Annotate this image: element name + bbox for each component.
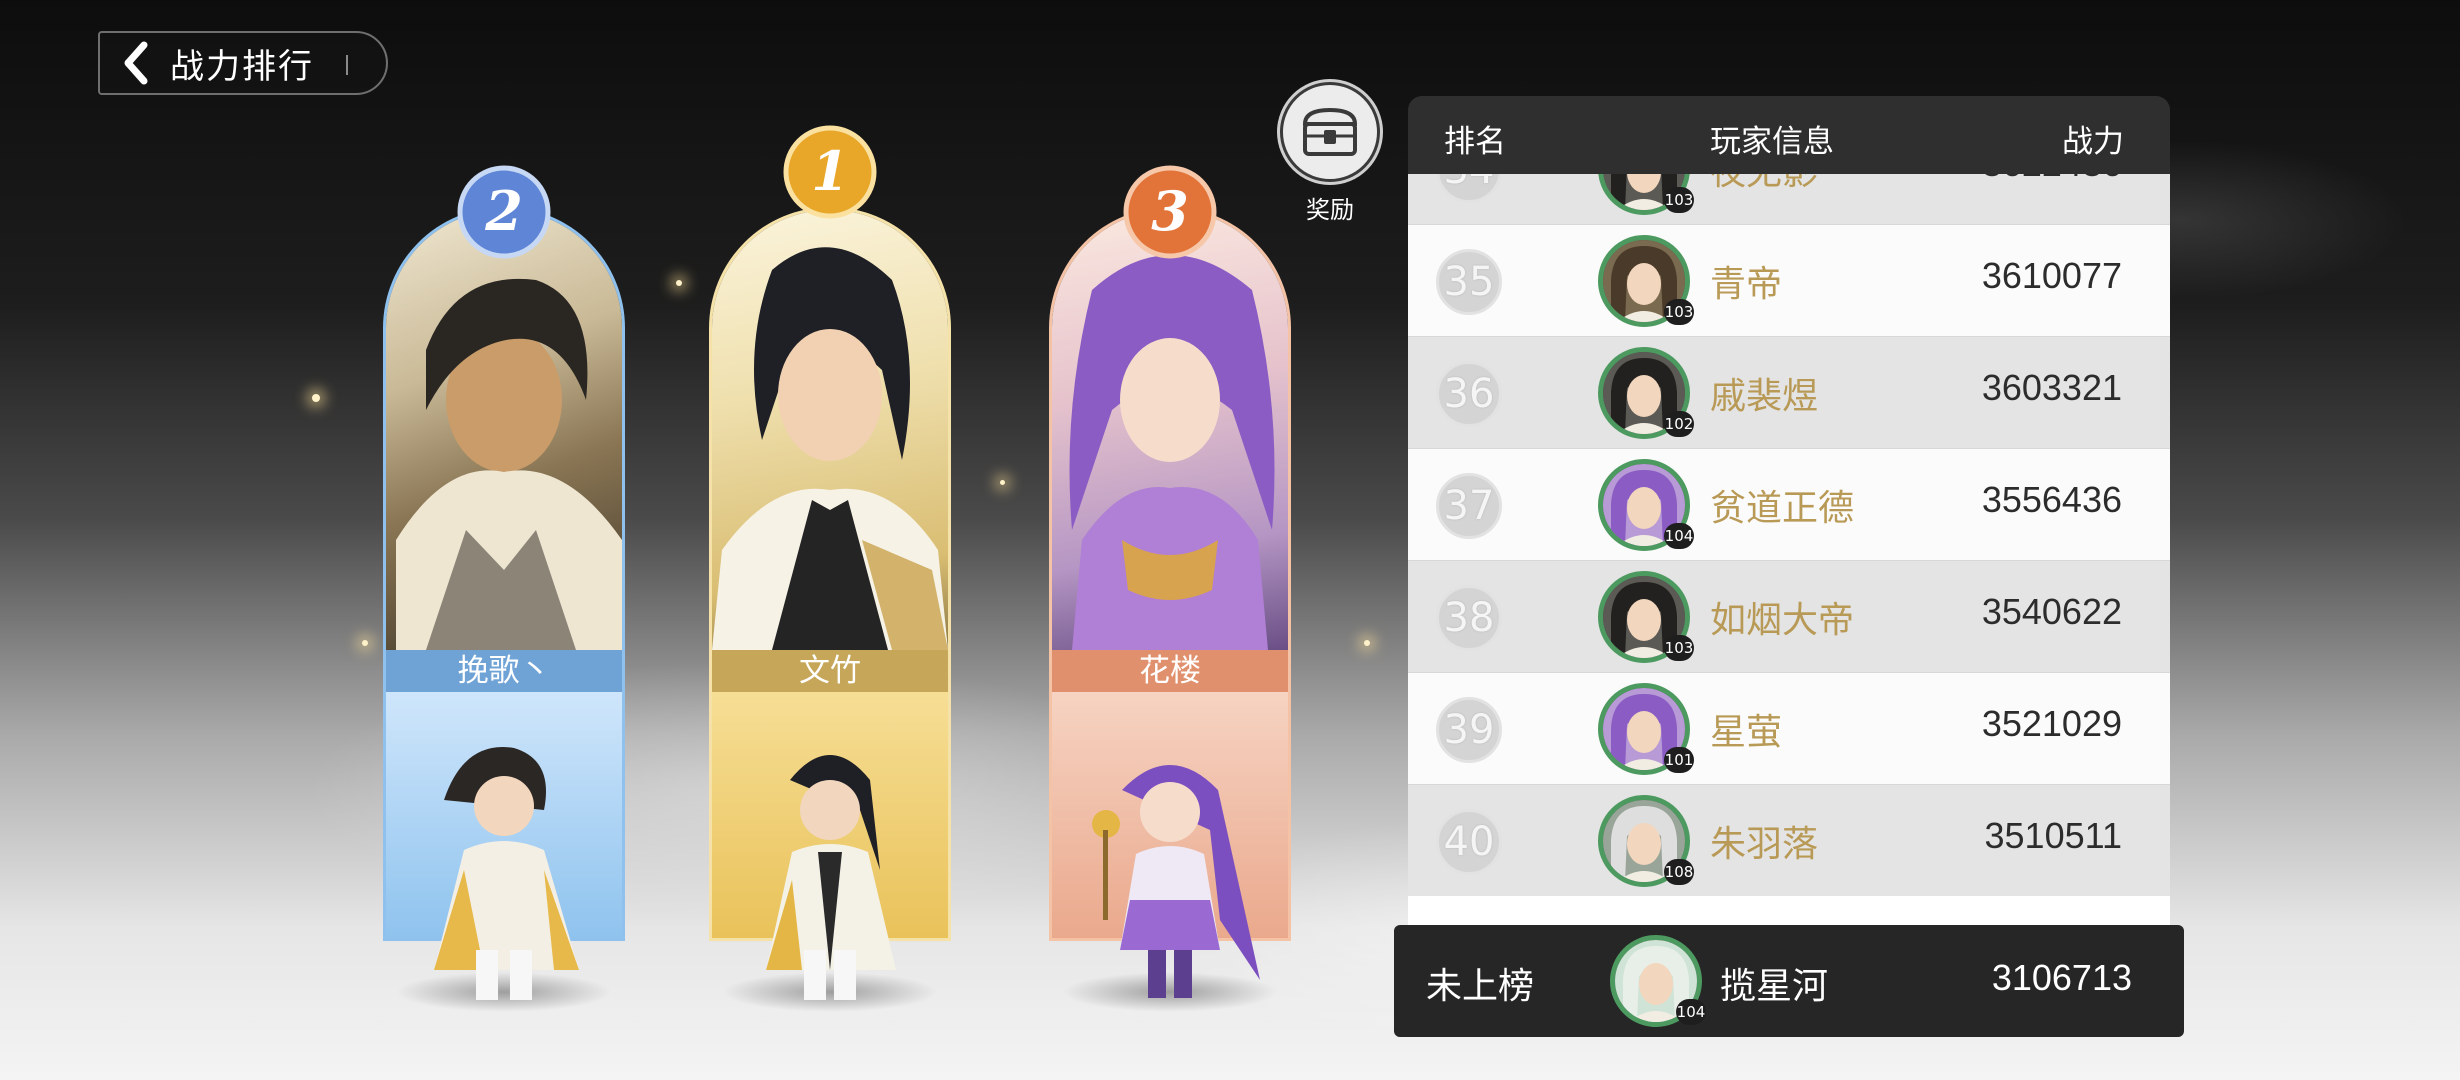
power-value: 3521029: [1981, 703, 2122, 744]
rank-number: 37: [1436, 473, 1502, 539]
rank-badge: 3: [1118, 160, 1222, 264]
rank-badge-number: 2: [484, 179, 523, 243]
rank-number: 34: [1436, 174, 1502, 203]
character-chibi: [404, 720, 604, 1010]
power-value: 3556436: [1981, 479, 2122, 520]
rank-number: 39: [1436, 697, 1502, 763]
table-header: 排名 玩家信息 战力: [1408, 96, 2170, 174]
column-header-player: 玩家信息: [1710, 124, 1834, 160]
rank-number: 38: [1436, 585, 1502, 651]
character-chibi: [730, 720, 930, 1010]
level-badge: 103: [1664, 187, 1694, 213]
table-row[interactable]: 40 108 朱羽落 3510511: [1408, 784, 2170, 896]
player-name: 夜无影: [1710, 174, 1818, 195]
level-badge: 101: [1664, 747, 1694, 773]
column-header-rank: 排名: [1444, 124, 1506, 160]
table-row[interactable]: 36 102 戚裴煜 3603321: [1408, 336, 2170, 448]
player-name: 朱羽落: [1710, 824, 1819, 865]
back-button[interactable]: 战力排行: [98, 31, 388, 95]
character-chibi: [1070, 720, 1270, 1010]
rank-badge-number: 3: [1151, 179, 1189, 243]
rank-number: 36: [1436, 361, 1502, 427]
ranking-list[interactable]: 34 103 夜无影 3622436 35 103 青帝 3610077 36 102 戚裴煜 360…: [1408, 174, 2170, 1014]
sparkle-decoration: [1364, 640, 1370, 646]
sparkle-decoration: [1000, 480, 1005, 485]
table-row[interactable]: 37 104 贫道正德 3556436: [1408, 448, 2170, 560]
table-row[interactable]: 38 103 如烟大帝 3540622: [1408, 560, 2170, 672]
power-value: 3106713: [1991, 957, 2132, 998]
player-name: 星萤: [1710, 712, 1783, 753]
rank-badge: 1: [778, 120, 882, 224]
chevron-left-icon: [100, 33, 170, 93]
player-name: 贫道正德: [1710, 488, 1855, 529]
podium-card-rank-1[interactable]: 文竹 1: [712, 125, 948, 1012]
rank-status: 未上榜: [1426, 966, 1535, 1007]
podium-card-rank-3[interactable]: 花楼 3: [1052, 160, 1288, 1012]
reward-label: 奖励: [1306, 196, 1354, 224]
power-value: 3603321: [1981, 367, 2122, 408]
level-badge: 108: [1664, 859, 1694, 885]
treasure-chest-icon: [1280, 82, 1380, 182]
self-rank-row[interactable]: 未上榜 104 揽星河 3106713: [1394, 925, 2184, 1037]
player-name: 戚裴煜: [1710, 376, 1819, 417]
level-badge: 103: [1664, 635, 1694, 661]
rank-badge-number: 1: [811, 139, 849, 203]
table-row[interactable]: 35 103 青帝 3610077: [1408, 224, 2170, 336]
sparkle-decoration: [312, 394, 320, 402]
level-badge: 104: [1676, 999, 1706, 1025]
ranking-panel: 排名 玩家信息 战力 34 103 夜无影 3622436 35 103 青帝 3610077…: [1408, 96, 2170, 1040]
podium-card-rank-2[interactable]: 挽歌丶 2: [386, 160, 622, 1012]
power-value: 3540622: [1981, 591, 2122, 632]
character-portrait: [1052, 210, 1288, 650]
column-header-power: 战力: [2062, 124, 2124, 160]
table-row[interactable]: 34 103 夜无影 3622436: [1408, 174, 2170, 224]
table-row[interactable]: 39 101 星萤 3521029: [1408, 672, 2170, 784]
power-value: 3610077: [1981, 255, 2122, 296]
power-value: 3510511: [1984, 815, 2122, 856]
sparkle-decoration: [676, 280, 682, 286]
character-portrait: [386, 210, 622, 650]
level-badge: 103: [1664, 299, 1694, 325]
rank-number: 35: [1436, 249, 1502, 315]
page-title: 战力排行: [170, 46, 314, 87]
player-name: 青帝: [1710, 264, 1783, 305]
sparkle-decoration: [362, 640, 368, 646]
level-badge: 102: [1664, 411, 1694, 437]
power-value: 3622436: [1982, 174, 2122, 185]
level-badge: 104: [1664, 523, 1694, 549]
player-name: 揽星河: [1720, 966, 1829, 1007]
rank-badge: 2: [452, 160, 556, 264]
character-portrait: [712, 210, 948, 650]
divider: [346, 55, 348, 75]
rank-number: 40: [1436, 809, 1502, 875]
player-name: 挽歌丶: [386, 650, 622, 692]
reward-button[interactable]: 奖励: [1278, 82, 1382, 224]
player-name: 文竹: [712, 650, 948, 692]
player-name: 花楼: [1052, 650, 1288, 692]
player-name: 如烟大帝: [1710, 600, 1855, 641]
ranking-list-content: 34 103 夜无影 3622436 35 103 青帝 3610077 36 102 戚裴煜 360…: [1408, 174, 2170, 896]
